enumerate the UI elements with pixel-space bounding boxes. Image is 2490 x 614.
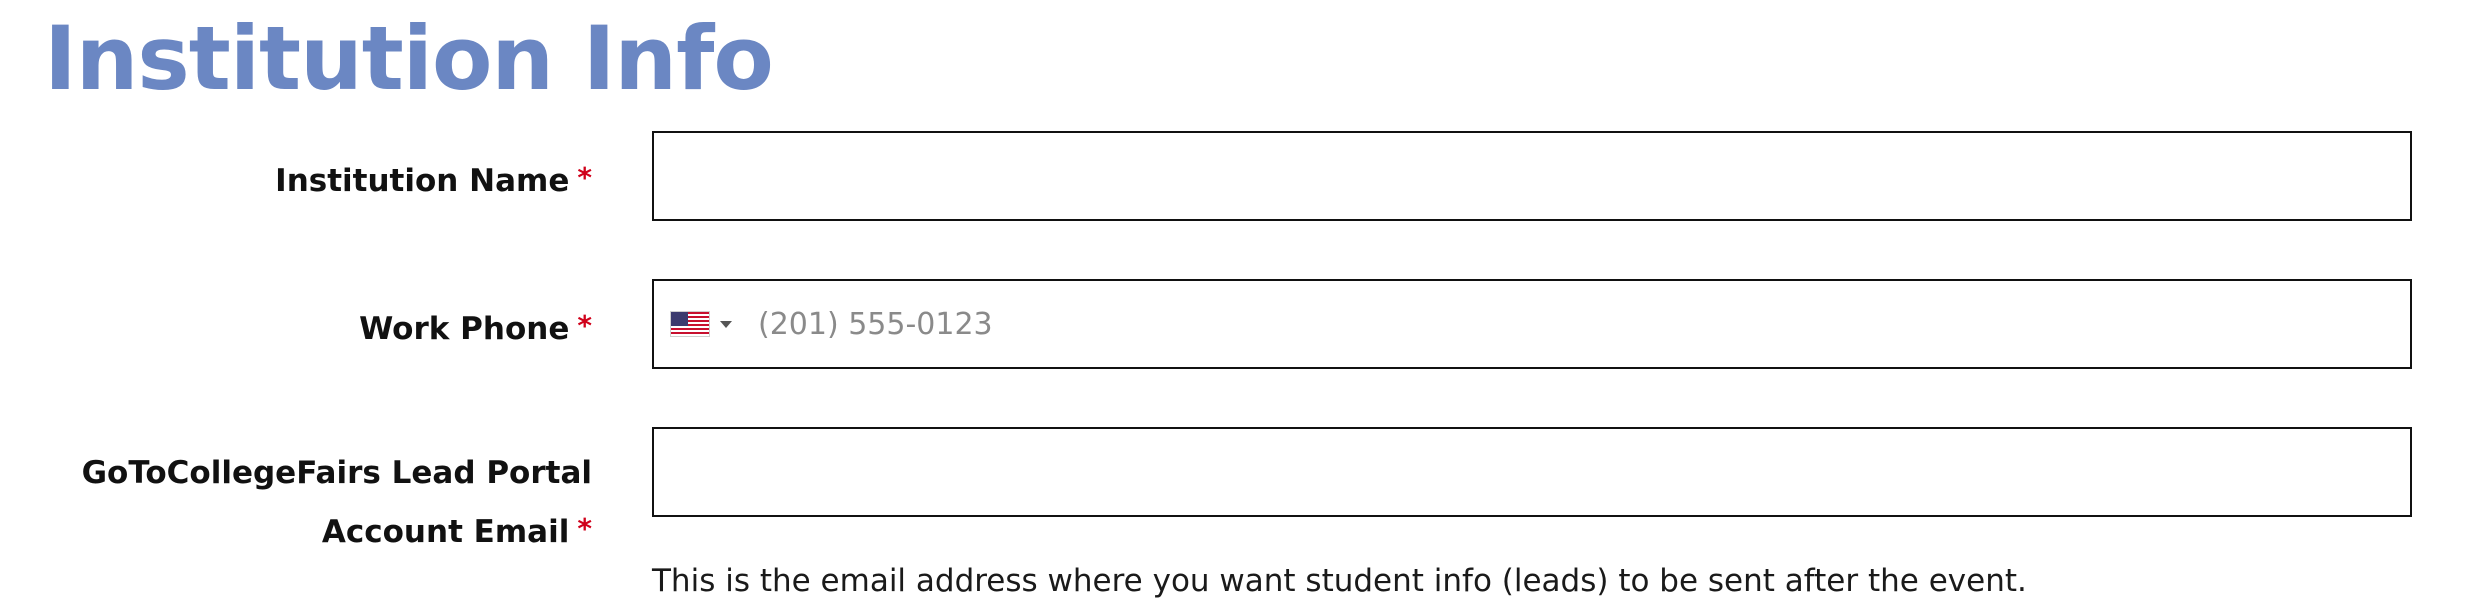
lead-portal-email-field[interactable] <box>652 427 2412 517</box>
work-phone-field[interactable] <box>652 279 2412 369</box>
required-asterisk: * <box>577 309 592 342</box>
required-asterisk: * <box>577 161 592 194</box>
work-phone-input[interactable] <box>654 281 2410 367</box>
work-phone-label-text: Work Phone <box>359 311 570 347</box>
lead-portal-email-helper-text: This is the email address where you want… <box>652 563 2027 599</box>
work-phone-label: Work Phone * <box>32 298 592 357</box>
section-title: Institution Info <box>44 7 774 110</box>
us-flag-icon <box>670 311 710 337</box>
lead-portal-email-input[interactable] <box>654 429 2410 515</box>
institution-name-label-text: Institution Name <box>275 163 570 199</box>
lead-portal-email-label-line1: GoToCollegeFairs Lead Portal <box>81 455 592 491</box>
institution-name-field[interactable] <box>652 131 2412 221</box>
institution-name-label: Institution Name * <box>32 150 592 209</box>
institution-name-input[interactable] <box>654 133 2410 219</box>
chevron-down-icon <box>720 320 732 328</box>
country-select[interactable] <box>670 281 732 367</box>
lead-portal-email-label-line2: Account Email <box>321 514 570 550</box>
lead-portal-email-label: GoToCollegeFairs Lead Portal Account Ema… <box>32 445 592 560</box>
required-asterisk: * <box>577 512 592 545</box>
